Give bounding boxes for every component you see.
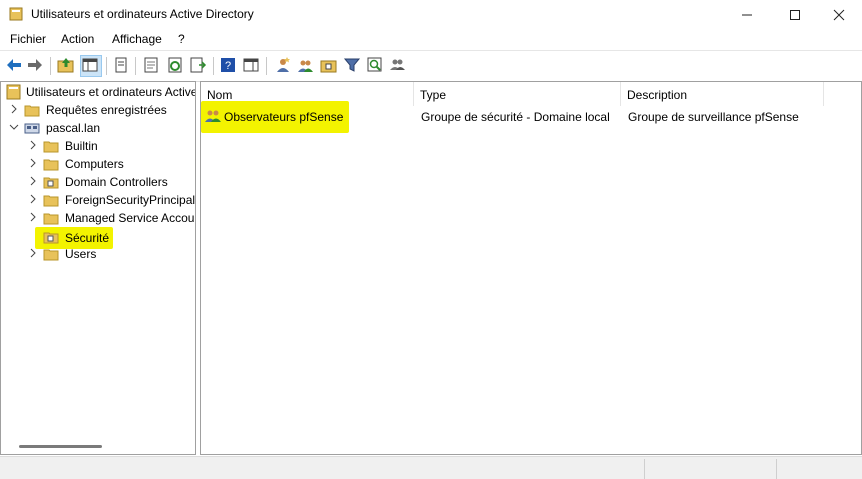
results-pane: Nom Type Description Observateurs pfSens… xyxy=(200,81,862,455)
forward-icon[interactable] xyxy=(26,56,44,74)
domain-icon xyxy=(24,123,40,134)
tree-item-label: Builtin xyxy=(65,139,98,153)
folder-icon xyxy=(43,195,59,207)
maximize-icon xyxy=(790,9,800,20)
minimize-button[interactable] xyxy=(724,0,770,29)
tree-item-label: Domain Controllers xyxy=(65,175,168,189)
new-ou-icon[interactable] xyxy=(320,56,338,74)
tree-item-label: Computers xyxy=(65,157,124,171)
chevron-right-icon[interactable] xyxy=(28,176,38,186)
row-name[interactable]: Observateurs pfSense xyxy=(224,110,343,124)
toolbar-separator xyxy=(266,57,267,75)
new-user-icon[interactable] xyxy=(274,56,292,74)
export-list-icon[interactable] xyxy=(189,56,207,74)
folder-icon xyxy=(43,213,59,225)
column-header-description[interactable]: Description xyxy=(621,82,824,106)
close-icon xyxy=(833,9,845,20)
console-tree: Utilisateurs et ordinateurs Active Direc… xyxy=(0,81,196,455)
menu-action[interactable]: Action xyxy=(61,32,94,46)
status-separator xyxy=(644,459,645,479)
column-header-type[interactable]: Type xyxy=(414,82,621,106)
toolbar-separator xyxy=(50,57,51,75)
action-pane-icon[interactable] xyxy=(242,56,260,74)
tree-item-label: ForeignSecurityPrincipals xyxy=(65,193,196,207)
menu-help[interactable]: ? xyxy=(178,32,185,46)
window-title: Utilisateurs et ordinateurs Active Direc… xyxy=(31,7,254,21)
active-directory-icon xyxy=(6,84,21,100)
toolbar-separator xyxy=(106,57,107,75)
tree-item-label: Users xyxy=(65,247,97,261)
folder-icon xyxy=(43,249,59,261)
properties-icon[interactable] xyxy=(142,56,160,74)
tree-item-label: Sécurité xyxy=(65,231,110,245)
toolbar-separator xyxy=(135,57,136,75)
status-bar xyxy=(0,456,862,479)
tree-root-label: Utilisateurs et ordinateurs Active Direc… xyxy=(26,85,196,99)
menu-affichage[interactable]: Affichage xyxy=(112,32,162,46)
chevron-right-icon[interactable] xyxy=(28,140,38,150)
minimize-icon xyxy=(742,14,752,15)
back-icon[interactable] xyxy=(5,56,23,74)
tree-item-label: Managed Service Accounts xyxy=(65,211,196,225)
tree-item-label: pascal.lan xyxy=(46,121,101,135)
find-icon[interactable] xyxy=(366,56,384,74)
folder-icon xyxy=(43,159,59,171)
chevron-right-icon[interactable] xyxy=(9,104,19,114)
help-icon[interactable]: ? xyxy=(219,56,237,74)
row-type: Groupe de sécurité - Domaine local xyxy=(421,110,610,124)
up-folder-icon[interactable] xyxy=(57,56,75,74)
copy-icon[interactable] xyxy=(112,56,130,74)
chevron-down-icon[interactable] xyxy=(9,122,19,132)
folder-icon xyxy=(24,105,40,117)
chevron-right-icon[interactable] xyxy=(28,158,38,168)
add-to-group-icon[interactable] xyxy=(389,56,407,74)
horizontal-scrollbar[interactable] xyxy=(19,445,102,448)
new-group-icon[interactable] xyxy=(297,56,315,74)
tree-item-label: Requêtes enregistrées xyxy=(46,103,167,117)
menu-bar: Fichier Action Affichage ? xyxy=(0,29,862,50)
folder-icon xyxy=(43,141,59,153)
menu-fichier[interactable]: Fichier xyxy=(10,32,46,46)
title-bar: Utilisateurs et ordinateurs Active Direc… xyxy=(0,0,862,29)
chevron-right-icon[interactable] xyxy=(28,212,38,222)
ou-folder-icon xyxy=(43,177,59,189)
status-separator xyxy=(776,459,777,479)
security-group-icon xyxy=(205,110,221,122)
filter-icon[interactable] xyxy=(343,56,361,74)
close-button[interactable] xyxy=(816,0,862,29)
ou-folder-icon xyxy=(43,232,59,244)
app-icon xyxy=(9,7,23,21)
chevron-right-icon[interactable] xyxy=(28,248,38,258)
toolbar-separator xyxy=(213,57,214,75)
toolbar: ? xyxy=(0,50,862,82)
row-description: Groupe de surveillance pfSense xyxy=(628,110,799,124)
refresh-icon[interactable] xyxy=(166,56,184,74)
chevron-right-icon[interactable] xyxy=(28,194,38,204)
show-hide-console-tree-button[interactable] xyxy=(80,55,102,77)
show-hide-console-tree-icon xyxy=(82,58,98,72)
svg-text:?: ? xyxy=(225,60,231,72)
maximize-button[interactable] xyxy=(772,0,818,29)
